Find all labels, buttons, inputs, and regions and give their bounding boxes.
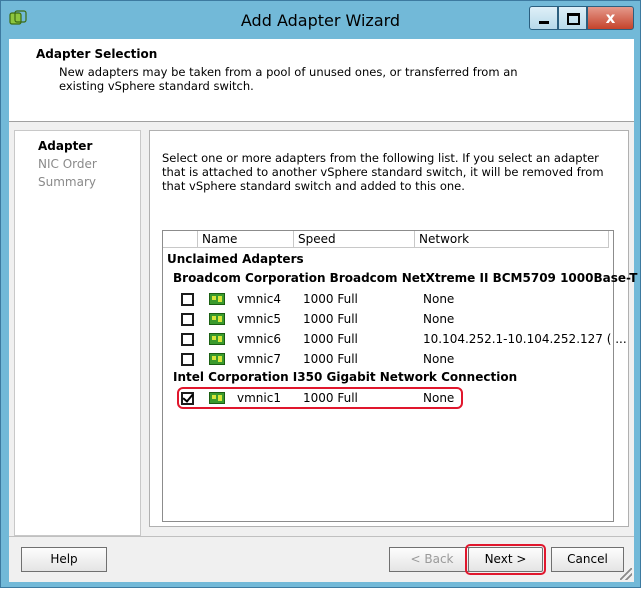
back-button[interactable]: < Back (389, 547, 475, 572)
network-adapter-icon (209, 333, 225, 345)
adapter-network: 10.104.252.1-10.104.252.127 ( ... (423, 332, 627, 346)
adapter-row-vmnic7[interactable]: vmnic7 1000 Full None (163, 350, 603, 370)
button-bar: Help < Back Next > Cancel (9, 536, 634, 582)
adapter-name: vmnic6 (237, 332, 281, 346)
adapter-speed: 1000 Full (303, 292, 358, 306)
column-header-speed[interactable]: Speed (294, 231, 415, 248)
wizard-client: Adapter Selection New adapters may be ta… (9, 39, 637, 582)
content-panel: Select one or more adapters from the fol… (149, 130, 637, 527)
adapter-checkbox[interactable] (181, 293, 194, 306)
adapter-checkbox[interactable] (181, 353, 194, 366)
adapter-row-vmnic5[interactable]: vmnic5 1000 Full None (163, 310, 603, 330)
column-header-network[interactable]: Network (415, 231, 609, 248)
title-bar[interactable]: Add Adapter Wizard x (1, 1, 640, 39)
network-adapter-icon (209, 392, 225, 404)
resize-grip-icon[interactable] (620, 568, 632, 580)
next-button[interactable]: Next > (465, 544, 546, 575)
vendor-group-broadcom: Broadcom Corporation Broadcom NetXtreme … (173, 271, 638, 285)
adapter-speed: 1000 Full (303, 391, 358, 405)
adapter-name: vmnic1 (237, 391, 281, 405)
instructions-text: Select one or more adapters from the fol… (162, 151, 604, 193)
network-adapter-icon (209, 353, 225, 365)
adapter-row-vmnic1[interactable]: vmnic1 1000 Full None (163, 389, 603, 409)
adapter-list[interactable]: Name Speed Network Unclaimed Adapters Br… (162, 230, 637, 522)
column-header-select[interactable] (163, 231, 198, 248)
network-adapter-icon (209, 293, 225, 305)
adapter-network: None (423, 352, 455, 366)
adapter-network: None (423, 391, 455, 405)
step-nic-order: NIC Order (38, 157, 97, 171)
adapter-checkbox[interactable] (181, 313, 194, 326)
wizard-window: Add Adapter Wizard x Adapter Selection N… (0, 0, 641, 588)
adapter-name: vmnic7 (237, 352, 281, 366)
vendor-group-intel: Intel Corporation I350 Gigabit Network C… (173, 370, 518, 384)
close-button[interactable]: x (587, 6, 634, 30)
adapter-row-vmnic6[interactable]: vmnic6 1000 Full 10.104.252.1-10.104.252… (163, 330, 627, 350)
adapter-name: vmnic5 (237, 312, 281, 326)
column-header-name[interactable]: Name (198, 231, 294, 248)
maximize-button[interactable] (558, 6, 587, 30)
adapter-checkbox[interactable] (181, 333, 194, 346)
adapter-speed: 1000 Full (303, 352, 358, 366)
adapter-speed: 1000 Full (303, 332, 358, 346)
cancel-button[interactable]: Cancel (551, 547, 624, 572)
adapter-network: None (423, 312, 455, 326)
adapter-speed: 1000 Full (303, 312, 358, 326)
adapter-name: vmnic4 (237, 292, 281, 306)
page-description: New adapters may be taken from a pool of… (59, 65, 518, 93)
help-button[interactable]: Help (21, 547, 107, 572)
steps-panel: Adapter NIC Order Summary (14, 130, 141, 536)
network-adapter-icon (209, 313, 225, 325)
wizard-header: Adapter Selection New adapters may be ta… (9, 39, 634, 122)
page-title: Adapter Selection (36, 47, 158, 61)
step-adapter[interactable]: Adapter (38, 139, 92, 153)
section-unclaimed-adapters: Unclaimed Adapters (167, 252, 304, 266)
adapter-row-vmnic4[interactable]: vmnic4 1000 Full None (163, 290, 603, 310)
step-summary: Summary (38, 175, 96, 189)
adapter-network: None (423, 292, 455, 306)
close-icon: x (605, 9, 616, 27)
adapter-checkbox-checked[interactable] (181, 392, 194, 405)
minimize-button[interactable] (529, 6, 558, 30)
